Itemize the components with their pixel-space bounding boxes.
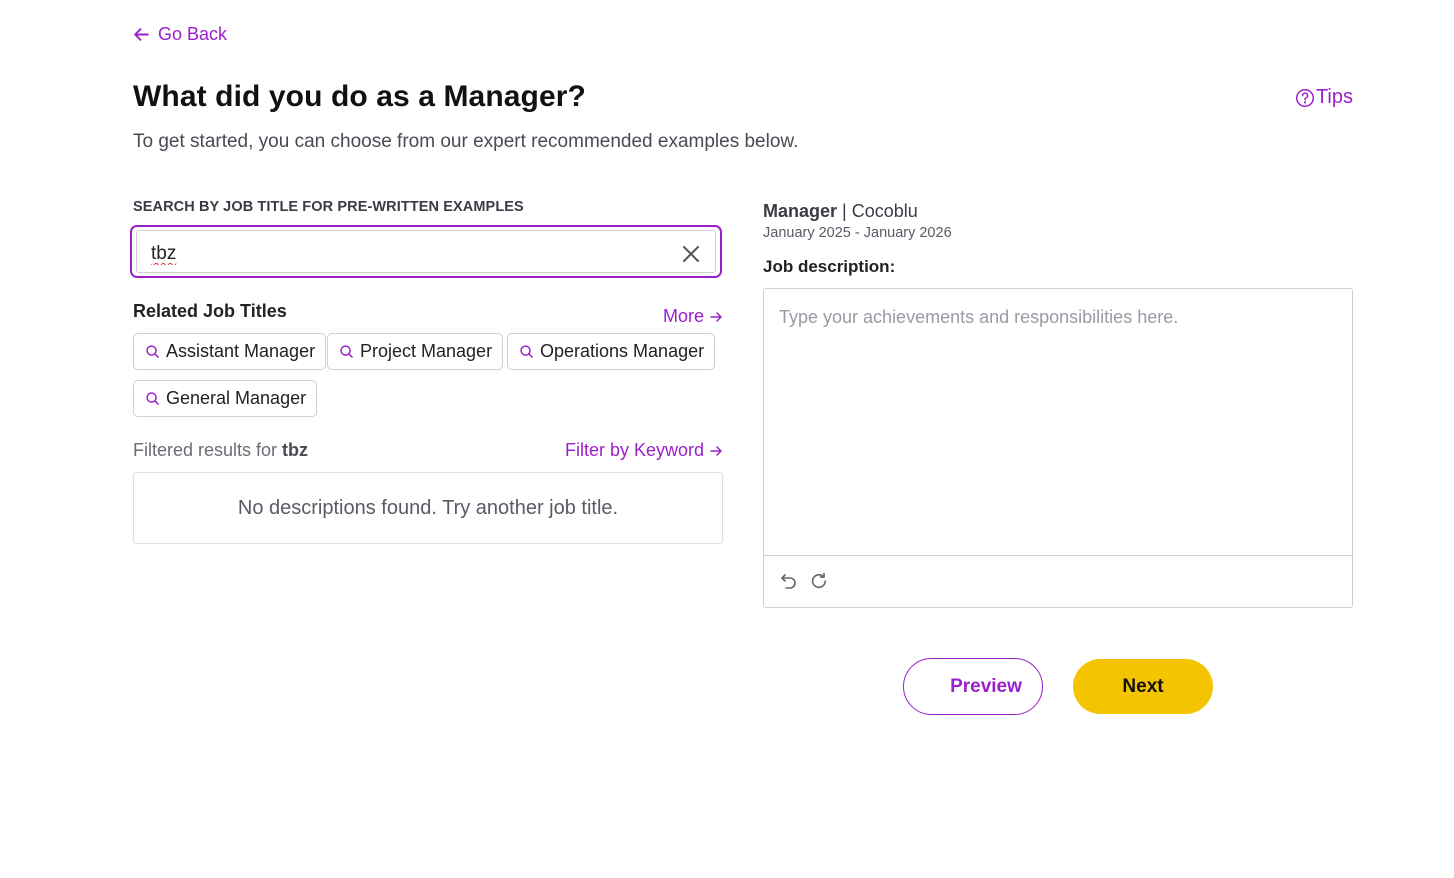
search-icon: [340, 345, 353, 358]
job-heading: Manager | Cocoblu: [763, 201, 918, 222]
chip-label: Operations Manager: [540, 341, 705, 361]
job-description-editor[interactable]: Type your achievements and responsibilit…: [763, 288, 1353, 608]
search-field: [130, 225, 722, 278]
editor-toolbar: [764, 555, 1352, 607]
redo-icon[interactable]: [810, 572, 828, 590]
company-name: Cocoblu: [851, 201, 918, 221]
tips-link[interactable]: Tips: [1295, 86, 1353, 109]
chip-assistant-manager[interactable]: Assistant Manager: [133, 333, 327, 370]
filtered-term: tbz: [282, 440, 309, 460]
results-panel: No descriptions found. Try another job t…: [133, 472, 723, 544]
filtered-results-label: Filtered results for tbz: [133, 440, 308, 461]
job-separator: |: [837, 201, 852, 221]
search-icon: [146, 345, 159, 358]
chip-general-manager[interactable]: General Manager: [133, 380, 318, 417]
search-label: SEARCH BY JOB TITLE FOR PRE-WRITTEN EXAM…: [133, 199, 524, 215]
search-input[interactable]: [151, 239, 651, 269]
next-button[interactable]: Next: [1073, 659, 1213, 714]
close-icon[interactable]: [681, 244, 701, 264]
filtered-prefix: Filtered results for: [133, 440, 283, 460]
arrow-left-icon: [134, 28, 149, 41]
job-dates: January 2025 - January 2026: [763, 225, 952, 241]
job-description-label: Job description:: [763, 257, 896, 276]
filter-by-keyword-label: Filter by Keyword: [564, 440, 704, 460]
tips-label: Tips: [1315, 86, 1353, 108]
empty-results-message: No descriptions found. Try another job t…: [237, 496, 619, 519]
page-title: What did you do as a Manager?: [133, 80, 586, 113]
preview-button[interactable]: Preview: [903, 658, 1043, 715]
editor-placeholder: Type your achievements and responsibilit…: [779, 307, 1179, 327]
go-back-label: Go Back: [158, 24, 228, 44]
chip-label: Project Manager: [360, 341, 493, 361]
chip-operations-manager[interactable]: Operations Manager: [507, 333, 716, 370]
undo-icon[interactable]: [780, 572, 798, 590]
search-field-inner: [136, 230, 716, 273]
job-title: Manager: [763, 201, 838, 221]
search-icon: [520, 345, 533, 358]
help-circle-icon: [1295, 88, 1315, 107]
chip-project-manager[interactable]: Project Manager: [327, 333, 504, 370]
search-icon: [146, 392, 159, 405]
arrow-right-icon: [710, 311, 722, 322]
chip-label: General Manager: [166, 388, 307, 408]
arrow-right-icon: [710, 445, 722, 456]
page-subtitle: To get started, you can choose from our …: [133, 131, 799, 152]
filter-by-keyword-link[interactable]: Filter by Keyword: [565, 440, 722, 461]
more-link[interactable]: More: [663, 306, 722, 327]
related-job-titles-heading: Related Job Titles: [133, 301, 287, 321]
go-back-link[interactable]: Go Back: [133, 24, 227, 45]
chip-label: Assistant Manager: [166, 341, 316, 361]
more-label: More: [662, 306, 704, 326]
